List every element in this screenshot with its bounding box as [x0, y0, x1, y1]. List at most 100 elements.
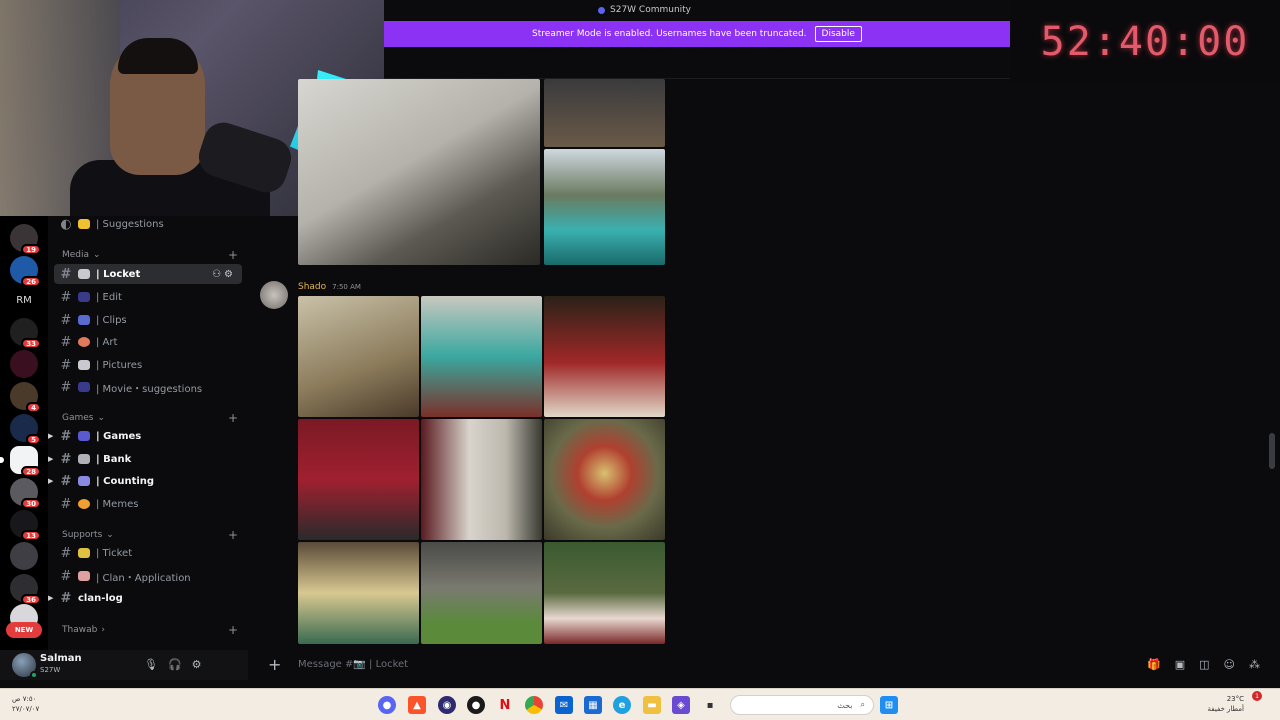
netflix-icon[interactable]: N: [496, 696, 514, 714]
clock-date: ٢٧/٠٧/٠٧: [12, 705, 40, 713]
channel-label: | Games: [96, 430, 142, 442]
message-input[interactable]: Message #📷 | Locket: [298, 659, 408, 670]
app-icon[interactable]: ◈: [672, 696, 690, 714]
sticker-icon[interactable]: ◫: [1199, 658, 1209, 671]
channel-label: | Pictures: [96, 359, 143, 371]
search-box[interactable]: بحث ⌕: [730, 695, 874, 715]
brave-browser-icon[interactable]: ▲: [408, 696, 426, 714]
channel-bank[interactable]: ▶ # | Bank: [48, 449, 242, 469]
hash-icon: #: [60, 357, 72, 373]
server-icon[interactable]: 30: [10, 478, 41, 509]
attachment-image[interactable]: [421, 542, 542, 644]
server-icon[interactable]: [10, 350, 38, 378]
headphones-icon[interactable]: 🎧: [168, 658, 182, 671]
attachment-image[interactable]: [298, 419, 419, 540]
add-channel-icon[interactable]: +: [228, 623, 238, 637]
outlook-icon[interactable]: ✉: [555, 696, 573, 714]
gif-icon[interactable]: ▣: [1175, 658, 1185, 671]
attachment-image[interactable]: [298, 296, 419, 417]
channel-edit[interactable]: # | Edit: [54, 287, 242, 307]
scrollbar-thumb[interactable]: [1269, 433, 1275, 469]
channel-clips[interactable]: # | Clips: [54, 310, 242, 330]
channel-movie-suggestions[interactable]: # | Movie・suggestions: [54, 377, 242, 397]
weather-widget[interactable]: 23°C أمطار خفيفة: [1208, 694, 1244, 714]
server-icon[interactable]: 36: [10, 574, 41, 605]
mention-badge: 19: [21, 244, 41, 255]
selected-indicator: [0, 457, 4, 463]
channel-label: | Ticket: [96, 547, 133, 559]
add-attachment-icon[interactable]: +: [268, 655, 281, 674]
attachment-image[interactable]: [544, 419, 665, 540]
avatar[interactable]: [260, 281, 288, 309]
channel-clan-log[interactable]: ▶ # clan-log: [48, 588, 242, 608]
gear-icon[interactable]: ⚙: [192, 658, 202, 671]
lightbulb-icon: [78, 219, 90, 229]
server-icon[interactable]: 33: [10, 318, 41, 349]
disable-streamer-mode-button[interactable]: Disable: [814, 26, 862, 42]
chevron-down-icon: ⌄: [97, 413, 106, 423]
gift-icon[interactable]: 🎁: [1147, 658, 1161, 671]
windows-start-icon[interactable]: ⊞: [880, 696, 898, 714]
hash-icon: #: [60, 266, 72, 282]
weather-desc: أمطار خفيفة: [1207, 705, 1244, 713]
attachment-image[interactable]: [544, 79, 665, 147]
discord-app-icon[interactable]: ●: [378, 696, 396, 714]
server-icon[interactable]: 4: [10, 382, 41, 413]
channel-suggestions[interactable]: ◐ | Suggestions: [54, 214, 242, 234]
category-games[interactable]: Games ⌄ +: [62, 411, 238, 425]
attachment-image[interactable]: [421, 296, 542, 417]
category-supports[interactable]: Supports ⌄ +: [62, 528, 238, 542]
server-icon[interactable]: [10, 542, 38, 570]
attachment-image[interactable]: [544, 296, 665, 417]
avatar[interactable]: [12, 653, 38, 679]
notification-badge[interactable]: 1: [1252, 691, 1262, 701]
add-channel-icon[interactable]: +: [228, 411, 238, 425]
hash-icon: #: [60, 473, 72, 489]
attachment-image[interactable]: [298, 79, 540, 265]
channel-label: | Art: [96, 336, 118, 348]
mention-badge: 28: [21, 466, 41, 477]
category-media[interactable]: Media ⌄ +: [62, 248, 238, 262]
chevron-down-icon: ⌄: [106, 530, 114, 540]
edge-icon[interactable]: e: [613, 696, 631, 714]
server-icon[interactable]: RM: [10, 286, 38, 314]
attachment-image[interactable]: [298, 542, 419, 644]
channel-locket[interactable]: # | Locket ⚇⚙: [54, 264, 242, 284]
terminal-icon[interactable]: ▪: [701, 696, 719, 714]
new-unreads-pill[interactable]: NEW: [6, 622, 42, 638]
microphone-icon[interactable]: 🎙: [144, 658, 158, 671]
attachment-image[interactable]: [421, 419, 542, 540]
store-icon[interactable]: ▦: [584, 696, 602, 714]
obs-icon[interactable]: ◉: [438, 696, 456, 714]
file-explorer-icon[interactable]: ▬: [643, 696, 661, 714]
server-icon[interactable]: 13: [10, 510, 41, 541]
message-author[interactable]: Shado: [298, 282, 326, 292]
attachment-image[interactable]: [544, 149, 665, 265]
channel-clan-application[interactable]: # | Clan・Application: [54, 566, 242, 586]
channel-tools[interactable]: ⚇⚙: [212, 269, 236, 280]
server-icon[interactable]: 26: [10, 256, 41, 287]
message-composer: + Message #📷 | Locket 🎁 ▣ ◫ ☺ ⁂: [258, 650, 1270, 678]
channel-ticket[interactable]: # | Ticket: [54, 543, 242, 563]
channel-memes[interactable]: # | Memes: [54, 494, 242, 514]
channel-pictures[interactable]: # | Pictures: [54, 355, 242, 375]
channel-games[interactable]: ▶ # | Games: [48, 426, 242, 446]
taskbar-clock[interactable]: ٧:٥٠ ص ٢٧/٠٧/٠٧: [12, 694, 39, 714]
server-icon[interactable]: 5: [10, 414, 41, 445]
hash-icon: #: [60, 496, 72, 512]
server-icon-selected[interactable]: 28: [0, 446, 41, 477]
category-thawab[interactable]: Thawab › +: [62, 623, 238, 637]
channel-counting[interactable]: ▶ # | Counting: [48, 471, 242, 491]
chrome-icon[interactable]: [525, 696, 543, 714]
add-channel-icon[interactable]: +: [228, 248, 238, 262]
channel-label: | Bank: [96, 453, 132, 465]
search-icon: ⌕: [860, 700, 865, 709]
server-icon[interactable]: 19: [10, 224, 41, 255]
emoji-icon[interactable]: ☺: [1224, 658, 1235, 671]
app-icon[interactable]: ●: [467, 696, 485, 714]
channel-art[interactable]: # | Art: [54, 332, 242, 352]
apps-icon[interactable]: ⁂: [1249, 658, 1260, 671]
add-channel-icon[interactable]: +: [228, 528, 238, 542]
attachment-image[interactable]: [544, 542, 665, 644]
server-label: RM: [16, 294, 32, 306]
